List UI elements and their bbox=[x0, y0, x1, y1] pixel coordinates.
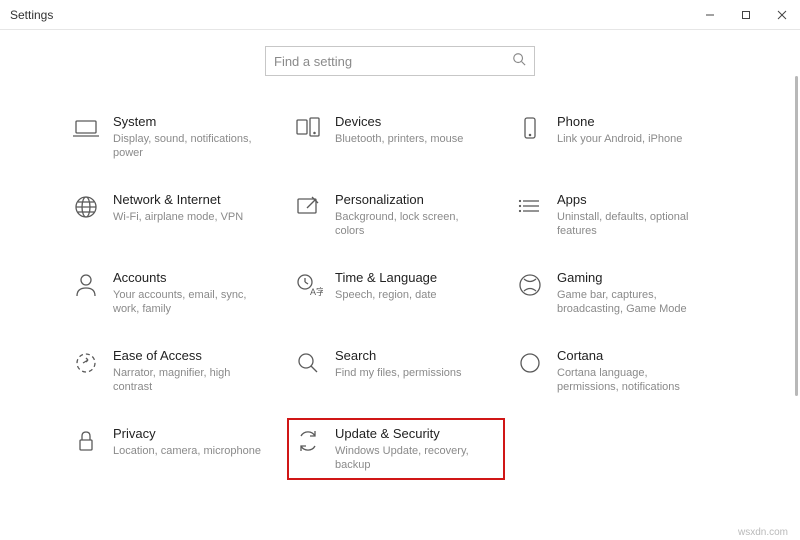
category-cortana[interactable]: Cortana Cortana language, permissions, no… bbox=[513, 346, 723, 396]
category-system[interactable]: System Display, sound, notifications, pow… bbox=[69, 112, 279, 162]
category-accounts[interactable]: Accounts Your accounts, email, sync, work… bbox=[69, 268, 279, 318]
category-text: Cortana Cortana language, permissions, no… bbox=[557, 348, 712, 394]
category-desc: Location, camera, microphone bbox=[113, 444, 261, 458]
category-privacy[interactable]: Privacy Location, camera, microphone bbox=[69, 424, 279, 474]
category-desc: Narrator, magnifier, high contrast bbox=[113, 366, 268, 394]
category-title: Network & Internet bbox=[113, 192, 243, 208]
lock-icon bbox=[71, 426, 101, 456]
close-button[interactable] bbox=[764, 0, 800, 30]
phone-icon bbox=[515, 114, 545, 144]
category-title: Search bbox=[335, 348, 462, 364]
category-desc: Link your Android, iPhone bbox=[557, 132, 682, 146]
category-title: Apps bbox=[557, 192, 712, 208]
scrollbar-thumb[interactable] bbox=[795, 76, 798, 396]
category-personalization[interactable]: Personalization Background, lock screen, … bbox=[291, 190, 501, 240]
category-title: Privacy bbox=[113, 426, 261, 442]
watermark: wsxdn.com bbox=[738, 527, 788, 538]
category-desc: Background, lock screen, colors bbox=[335, 210, 490, 238]
titlebar: Settings bbox=[0, 0, 800, 30]
category-ease-of-access[interactable]: Ease of Access Narrator, magnifier, high … bbox=[69, 346, 279, 396]
search-icon bbox=[293, 348, 323, 378]
devices-icon bbox=[293, 114, 323, 144]
category-text: Personalization Background, lock screen, … bbox=[335, 192, 490, 238]
search-icon bbox=[512, 52, 526, 71]
window-title: Settings bbox=[10, 8, 53, 22]
category-text: System Display, sound, notifications, pow… bbox=[113, 114, 268, 160]
category-title: Ease of Access bbox=[113, 348, 268, 364]
category-desc: Cortana language, permissions, notificat… bbox=[557, 366, 712, 394]
pen-square-icon bbox=[293, 192, 323, 222]
list-icon bbox=[515, 192, 545, 222]
scrollbar[interactable] bbox=[794, 76, 798, 540]
category-text: Phone Link your Android, iPhone bbox=[557, 114, 682, 146]
category-title: Devices bbox=[335, 114, 463, 130]
category-text: Apps Uninstall, defaults, optional featur… bbox=[557, 192, 712, 238]
category-text: Network & Internet Wi-Fi, airplane mode, … bbox=[113, 192, 243, 224]
content-area: System Display, sound, notifications, pow… bbox=[0, 76, 800, 540]
category-title: Time & Language bbox=[335, 270, 437, 286]
category-desc: Bluetooth, printers, mouse bbox=[335, 132, 463, 146]
category-title: System bbox=[113, 114, 268, 130]
category-gaming[interactable]: Gaming Game bar, captures, broadcasting, … bbox=[513, 268, 723, 318]
search-box[interactable] bbox=[265, 46, 535, 76]
category-text: Privacy Location, camera, microphone bbox=[113, 426, 261, 458]
person-icon bbox=[71, 270, 101, 300]
search-input[interactable] bbox=[274, 54, 512, 69]
sync-icon bbox=[293, 426, 323, 456]
category-desc: Windows Update, recovery, backup bbox=[335, 444, 490, 472]
category-title: Accounts bbox=[113, 270, 268, 286]
category-title: Phone bbox=[557, 114, 682, 130]
ease-icon bbox=[71, 348, 101, 378]
category-text: Ease of Access Narrator, magnifier, high … bbox=[113, 348, 268, 394]
category-desc: Your accounts, email, sync, work, family bbox=[113, 288, 268, 316]
category-title: Update & Security bbox=[335, 426, 490, 442]
category-title: Personalization bbox=[335, 192, 490, 208]
categories-grid: System Display, sound, notifications, pow… bbox=[0, 112, 792, 474]
laptop-icon bbox=[71, 114, 101, 144]
category-title: Gaming bbox=[557, 270, 712, 286]
category-text: Devices Bluetooth, printers, mouse bbox=[335, 114, 463, 146]
category-phone[interactable]: Phone Link your Android, iPhone bbox=[513, 112, 723, 162]
content-scroll: System Display, sound, notifications, pow… bbox=[0, 76, 792, 540]
category-time-language[interactable]: Time & Language Speech, region, date bbox=[291, 268, 501, 318]
category-text: Accounts Your accounts, email, sync, work… bbox=[113, 270, 268, 316]
category-text: Search Find my files, permissions bbox=[335, 348, 462, 380]
time-lang-icon bbox=[293, 270, 323, 300]
category-update-security[interactable]: Update & Security Windows Update, recover… bbox=[287, 418, 505, 480]
category-desc: Speech, region, date bbox=[335, 288, 437, 302]
category-desc: Wi-Fi, airplane mode, VPN bbox=[113, 210, 243, 224]
xbox-icon bbox=[515, 270, 545, 300]
circle-icon bbox=[515, 348, 545, 378]
category-desc: Game bar, captures, broadcasting, Game M… bbox=[557, 288, 712, 316]
category-text: Update & Security Windows Update, recover… bbox=[335, 426, 490, 472]
category-text: Gaming Game bar, captures, broadcasting, … bbox=[557, 270, 712, 316]
category-apps[interactable]: Apps Uninstall, defaults, optional featur… bbox=[513, 190, 723, 240]
globe-icon bbox=[71, 192, 101, 222]
maximize-button[interactable] bbox=[728, 0, 764, 30]
minimize-button[interactable] bbox=[692, 0, 728, 30]
category-title: Cortana bbox=[557, 348, 712, 364]
category-desc: Find my files, permissions bbox=[335, 366, 462, 380]
category-text: Time & Language Speech, region, date bbox=[335, 270, 437, 302]
window-controls bbox=[692, 0, 800, 30]
category-desc: Uninstall, defaults, optional features bbox=[557, 210, 712, 238]
category-search[interactable]: Search Find my files, permissions bbox=[291, 346, 501, 396]
category-network[interactable]: Network & Internet Wi-Fi, airplane mode, … bbox=[69, 190, 279, 240]
search-container bbox=[0, 46, 800, 76]
category-desc: Display, sound, notifications, power bbox=[113, 132, 268, 160]
category-devices[interactable]: Devices Bluetooth, printers, mouse bbox=[291, 112, 501, 162]
